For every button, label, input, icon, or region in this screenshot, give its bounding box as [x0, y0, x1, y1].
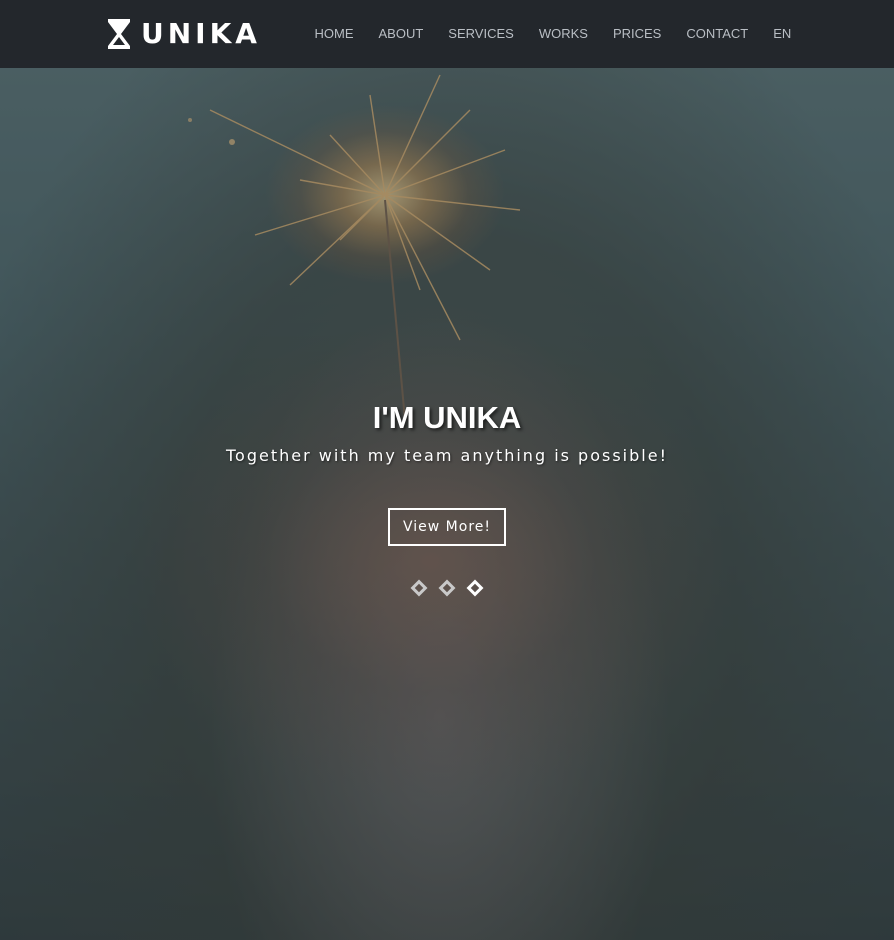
main-nav: HOME ABOUT SERVICES WORKS PRICES CONTACT… [302, 0, 804, 68]
hourglass-x-icon [108, 19, 130, 49]
hero-subtitle: Together with my team anything is possib… [226, 446, 668, 465]
brand-name: UNIKA [141, 17, 261, 50]
nav-item-home[interactable]: HOME [302, 0, 366, 68]
view-more-button[interactable]: View More! [388, 508, 506, 546]
slider-dot[interactable] [438, 579, 456, 597]
hero-content: I'M UNIKA Together with my team anything… [0, 398, 894, 546]
top-navbar: UNIKA HOME ABOUT SERVICES WORKS PRICES C… [0, 0, 894, 68]
nav-item-prices[interactable]: PRICES [600, 0, 673, 68]
brand-logo[interactable]: UNIKA [107, 18, 261, 50]
nav-item-services[interactable]: SERVICES [436, 0, 527, 68]
slider-dot[interactable] [466, 579, 484, 597]
language-switcher[interactable]: EN [761, 0, 804, 68]
slider-pagination [0, 579, 894, 597]
nav-item-contact[interactable]: CONTACT [674, 0, 761, 68]
nav-item-works[interactable]: WORKS [526, 0, 600, 68]
hero-title: I'M UNIKA [372, 400, 522, 435]
slider-dot[interactable] [410, 579, 428, 597]
nav-item-about[interactable]: ABOUT [366, 0, 436, 68]
